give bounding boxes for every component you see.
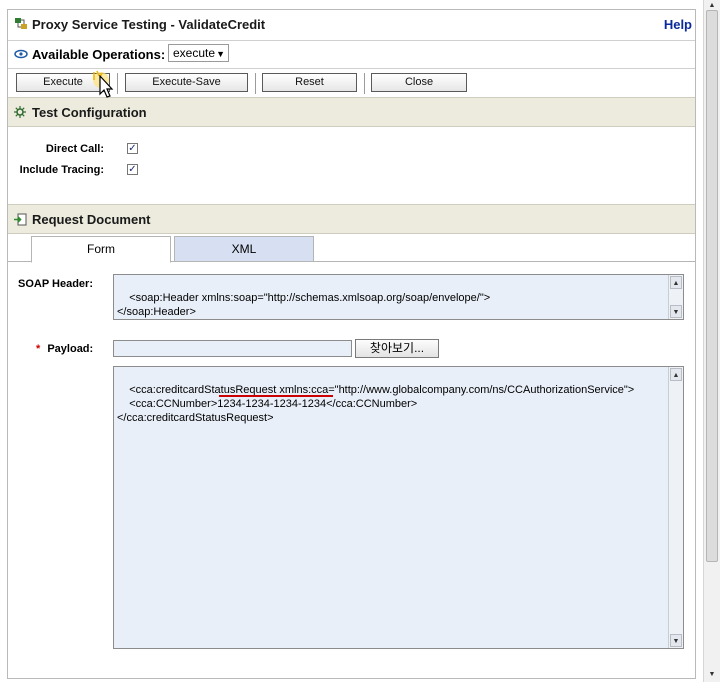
scroll-down-icon[interactable]: ▼ [670, 634, 682, 647]
required-mark: * [36, 343, 41, 355]
direct-call-checkbox[interactable]: ✓ [127, 143, 138, 154]
soap-header-scrollbar[interactable]: ▲ ▼ [668, 275, 683, 319]
test-configuration-title: Test Configuration [32, 105, 147, 120]
direct-call-label: Direct Call: [45, 143, 104, 155]
title-bar: Proxy Service Testing - ValidateCredit H… [8, 10, 695, 41]
gear-icon [14, 106, 26, 121]
scroll-up-icon[interactable]: ▲ [670, 276, 682, 289]
close-button[interactable]: Close [371, 73, 467, 92]
scroll-down-icon[interactable]: ▼ [706, 669, 718, 681]
browse-button[interactable]: 찾아보기... [355, 339, 439, 358]
operations-label: Available Operations: [32, 47, 166, 62]
operations-icon [14, 48, 28, 62]
ccnumber-highlight-underline [219, 395, 333, 397]
payload-text: <cca:creditcardStatusRequest xmlns:cca="… [117, 384, 635, 424]
help-link[interactable]: Help [664, 17, 692, 32]
payload-textarea[interactable]: <cca:creditcardStatusRequest xmlns:cca="… [113, 366, 684, 649]
scroll-up-icon[interactable]: ▲ [670, 368, 682, 381]
operation-select[interactable]: execute ▼ [168, 44, 229, 62]
payload-scrollbar[interactable]: ▲ ▼ [668, 367, 683, 648]
tab-form[interactable]: Form [31, 236, 171, 263]
test-console-panel: Proxy Service Testing - ValidateCredit H… [7, 9, 696, 679]
include-tracing-label: Include Tracing: [19, 164, 104, 176]
proxy-service-icon [14, 17, 28, 34]
tab-xml[interactable]: XML [174, 236, 314, 262]
payload-label: Payload: [47, 343, 94, 355]
toolbar-divider [255, 73, 256, 94]
operations-bar: Available Operations: execute ▼ [8, 41, 695, 69]
document-arrow-icon [14, 213, 27, 229]
request-document-title: Request Document [32, 212, 151, 227]
soap-header-label: SOAP Header: [18, 278, 93, 290]
page-title: Proxy Service Testing - ValidateCredit [32, 17, 266, 32]
payload-file-input[interactable] [113, 340, 352, 357]
include-tracing-checkbox[interactable]: ✓ [127, 164, 138, 175]
scroll-down-icon[interactable]: ▼ [670, 305, 682, 318]
soap-header-text: <soap:Header xmlns:soap="http://schemas.… [117, 292, 491, 318]
mouse-pointer-icon [91, 70, 117, 103]
soap-header-textarea[interactable]: <soap:Header xmlns:soap="http://schemas.… [113, 274, 684, 320]
request-document-header[interactable]: Request Document [8, 204, 695, 234]
payload-label-wrap: * Payload: [36, 343, 94, 355]
chevron-down-icon: ▼ [216, 49, 225, 59]
toolbar-divider [364, 73, 365, 94]
window-scrollbar[interactable]: ▲ ▼ [703, 0, 720, 682]
toolbar-divider [117, 73, 118, 94]
reset-button[interactable]: Reset [262, 73, 357, 92]
scrollbar-thumb[interactable] [706, 10, 718, 562]
execute-save-button[interactable]: Execute-Save [125, 73, 248, 92]
operation-select-value: execute [173, 46, 216, 60]
